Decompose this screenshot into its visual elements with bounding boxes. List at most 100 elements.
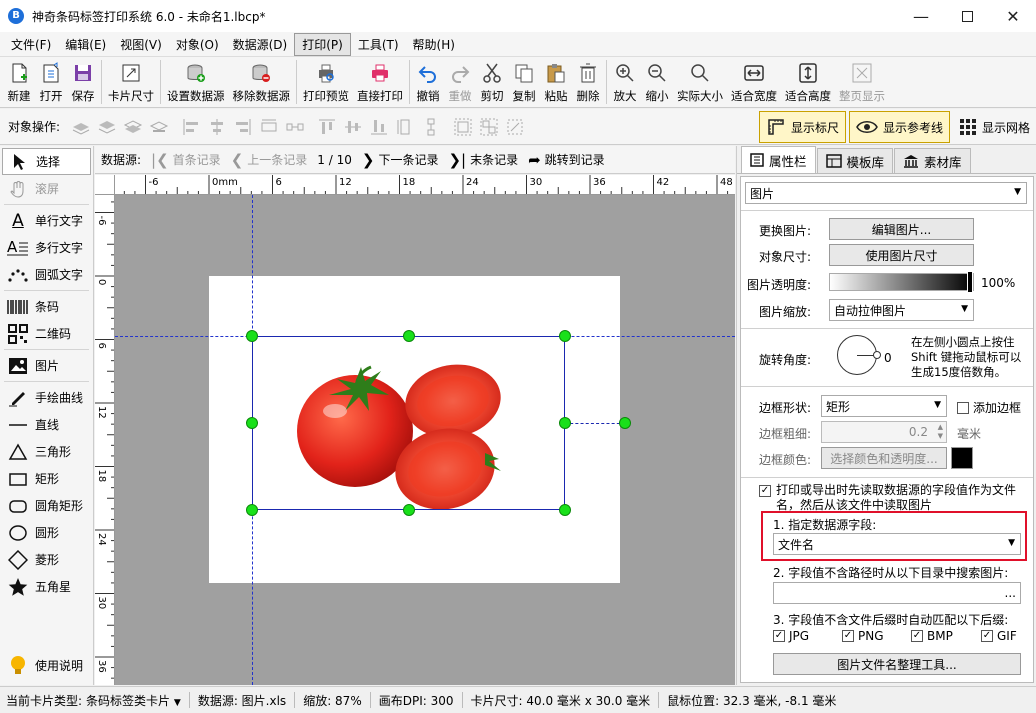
- resize-handle-tr[interactable]: [559, 330, 571, 342]
- card-type-select[interactable]: 条码标签类卡片 ▼: [86, 692, 181, 709]
- align-bottom-icon[interactable]: [366, 114, 392, 140]
- set-datasource-button[interactable]: 设置数据源: [163, 57, 229, 107]
- direct-print-button[interactable]: 直接打印: [353, 57, 407, 107]
- resize-handle-br[interactable]: [559, 504, 571, 516]
- rotate-dial-handle[interactable]: [873, 351, 881, 359]
- zoom-out-button[interactable]: 缩小: [641, 57, 673, 107]
- layer-down-icon[interactable]: [120, 114, 146, 140]
- tool-star[interactable]: 五角星: [0, 573, 93, 600]
- resize-handle-mr[interactable]: [559, 417, 571, 429]
- resize-handle-tc[interactable]: [403, 330, 415, 342]
- distribute-h-icon[interactable]: [256, 114, 282, 140]
- space-h-icon[interactable]: [282, 114, 308, 140]
- show-grid-toggle[interactable]: 显示网格: [953, 111, 1036, 143]
- layer-bottom-icon[interactable]: [146, 114, 172, 140]
- image-directory-input[interactable]: ...: [773, 582, 1021, 604]
- next-record-button[interactable]: ❯ 下一条记录: [362, 151, 439, 169]
- first-record-button[interactable]: |❮ 首条记录: [151, 151, 221, 169]
- ext-bmp-check[interactable]: ✓: [911, 630, 923, 642]
- vertical-ruler[interactable]: -6 0 6 12 18 24 30 36: [95, 195, 115, 685]
- show-ruler-toggle[interactable]: 显示标尺: [758, 111, 846, 143]
- tool-scroll[interactable]: 滚屏: [0, 175, 93, 202]
- resize-handle-tl[interactable]: [246, 330, 258, 342]
- ungroup-icon[interactable]: [476, 114, 502, 140]
- read-from-datasource-check[interactable]: ✓: [759, 485, 771, 497]
- filename-organize-button[interactable]: 图片文件名整理工具...: [773, 653, 1021, 675]
- align-left-icon[interactable]: [178, 114, 204, 140]
- full-page-button[interactable]: 整页显示: [835, 57, 889, 107]
- datasource-field-select[interactable]: 文件名 ▼: [773, 533, 1021, 555]
- print-preview-button[interactable]: 打印预览: [299, 57, 353, 107]
- rotate-handle[interactable]: [619, 417, 631, 429]
- tool-diamond[interactable]: 菱形: [0, 546, 93, 573]
- cut-button[interactable]: 剪切: [476, 57, 508, 107]
- menu-help[interactable]: 帮助(H): [406, 34, 462, 55]
- space-v-icon[interactable]: [418, 114, 444, 140]
- tool-freehand[interactable]: 手绘曲线: [0, 384, 93, 411]
- fit-height-button[interactable]: 适合高度: [781, 57, 835, 107]
- horizontal-ruler[interactable]: -6 0mm 6 12 18 24 30 36 42 48: [115, 175, 735, 195]
- zoom-in-button[interactable]: 放大: [609, 57, 641, 107]
- border-color-swatch[interactable]: [951, 447, 973, 469]
- open-button[interactable]: 打开: [35, 57, 67, 107]
- add-border-check[interactable]: [957, 401, 969, 414]
- opacity-slider-thumb[interactable]: [967, 271, 973, 293]
- menu-object[interactable]: 对象(O): [169, 34, 226, 55]
- ext-jpg-checkbox[interactable]: ✓ JPG: [773, 629, 809, 643]
- menu-print[interactable]: 打印(P): [294, 32, 351, 56]
- ext-jpg-check[interactable]: ✓: [773, 630, 785, 642]
- object-type-select[interactable]: 图片 ▼: [745, 182, 1027, 204]
- border-width-input[interactable]: 0.2 ▲ ▼: [821, 421, 947, 443]
- menu-edit[interactable]: 编辑(E): [58, 34, 113, 55]
- copy-button[interactable]: 复制: [508, 57, 540, 107]
- tool-circle[interactable]: 圆形: [0, 519, 93, 546]
- tool-barcode[interactable]: 条码: [0, 293, 93, 320]
- edit-image-button[interactable]: 编辑图片...: [829, 218, 974, 240]
- ext-gif-check[interactable]: ✓: [981, 630, 993, 642]
- resize-handle-bl[interactable]: [246, 504, 258, 516]
- menu-view[interactable]: 视图(V): [113, 34, 169, 55]
- ext-bmp-checkbox[interactable]: ✓ BMP: [911, 629, 953, 643]
- distribute-v-icon[interactable]: [392, 114, 418, 140]
- align-middle-icon[interactable]: [340, 114, 366, 140]
- remove-datasource-button[interactable]: 移除数据源: [229, 57, 295, 107]
- help-button[interactable]: 使用说明: [0, 652, 94, 679]
- tab-assets[interactable]: 素材库: [894, 148, 971, 173]
- tool-line[interactable]: 直线: [0, 411, 93, 438]
- add-border-checkbox[interactable]: 添加边框: [957, 399, 1021, 416]
- tool-qrcode[interactable]: 二维码: [0, 320, 93, 347]
- opacity-slider[interactable]: [829, 273, 974, 291]
- ext-png-checkbox[interactable]: ✓ PNG: [842, 629, 884, 643]
- browse-ellipsis-icon[interactable]: ...: [1005, 586, 1016, 600]
- tool-round-rect[interactable]: 圆角矩形: [0, 492, 93, 519]
- align-right-icon[interactable]: [230, 114, 256, 140]
- read-from-datasource-checkbox[interactable]: ✓ 打印或导出时先读取数据源的字段值作为文件名，然后从该文件中读取图片: [759, 483, 1029, 513]
- tool-rect[interactable]: 矩形: [0, 465, 93, 492]
- actual-size-button[interactable]: 实际大小: [673, 57, 727, 107]
- layer-up-icon[interactable]: [68, 114, 94, 140]
- fit-width-button[interactable]: 适合宽度: [727, 57, 781, 107]
- align-center-h-icon[interactable]: [204, 114, 230, 140]
- tool-arc-text[interactable]: 圆弧文字: [0, 261, 93, 288]
- resize-handle-bc[interactable]: [403, 504, 415, 516]
- tool-select[interactable]: 选择: [2, 148, 91, 175]
- undo-button[interactable]: 撤销: [412, 57, 444, 107]
- card-size-button[interactable]: 卡片尺寸: [104, 57, 158, 107]
- design-canvas[interactable]: [115, 195, 735, 685]
- group-icon[interactable]: [450, 114, 476, 140]
- prev-record-button[interactable]: ❮ 上一条记录: [231, 151, 308, 169]
- lock-size-icon[interactable]: [502, 114, 528, 140]
- layer-top-icon[interactable]: [94, 114, 120, 140]
- menu-file[interactable]: 文件(F): [4, 34, 58, 55]
- ext-png-check[interactable]: ✓: [842, 630, 854, 642]
- align-top-icon[interactable]: [314, 114, 340, 140]
- new-button[interactable]: 新建: [3, 57, 35, 107]
- tool-single-text[interactable]: A 单行文字: [0, 207, 93, 234]
- border-color-button[interactable]: 选择颜色和透明度...: [821, 447, 947, 469]
- resize-handle-ml[interactable]: [246, 417, 258, 429]
- selection-box[interactable]: [252, 336, 565, 510]
- jump-record-button[interactable]: ➦ 跳转到记录: [528, 151, 605, 169]
- last-record-button[interactable]: ❯| 末条记录: [448, 151, 518, 169]
- spinner-icon[interactable]: ▲ ▼: [938, 423, 943, 441]
- ext-gif-checkbox[interactable]: ✓ GIF: [981, 629, 1017, 643]
